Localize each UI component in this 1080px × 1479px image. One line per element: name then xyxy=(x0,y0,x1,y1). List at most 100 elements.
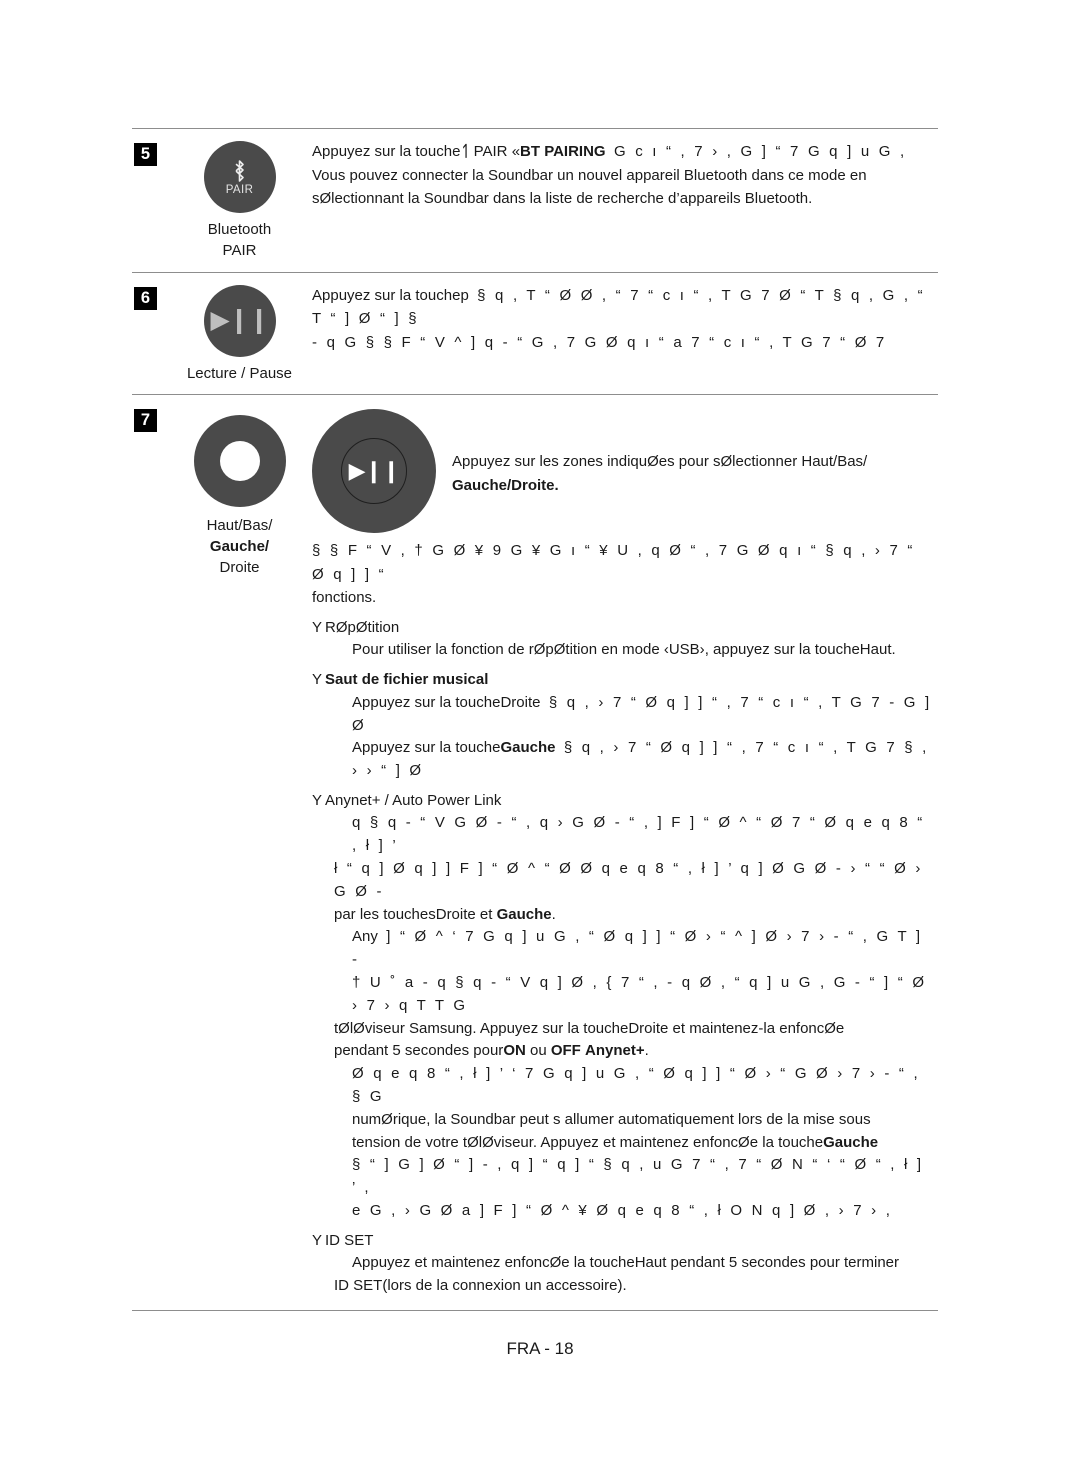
text-run: Droite xyxy=(500,693,541,711)
bluetooth-pair-button-icon: PAIR xyxy=(203,141,276,213)
description-text: Appuyez sur la toucheᛐ PAIR «BT PAIRING … xyxy=(312,140,932,211)
garbled-text-run: e G , › G Ø a ] F ] “ Ø ^ ¥ Ø q e q 8 “ … xyxy=(352,1201,892,1219)
table-row: 6 ▶❙❙ Lecture / Pause Appuyez sur la tou… xyxy=(132,271,938,395)
text-run: . xyxy=(644,1042,649,1060)
dial-inner-circle: ▶❙❙ xyxy=(341,437,407,504)
text-line: Pour utiliser la fonction de rØpØtition … xyxy=(352,639,932,662)
text-run: par les touches xyxy=(334,905,436,923)
garbled-text-run: G c ı “ , 7 › , G ] “ 7 G q ] u G , xyxy=(605,143,906,160)
text-line: Appuyez sur la toucheGauche § q , › 7 “ … xyxy=(352,737,932,783)
play-pause-button-icon: ▶❙❙ xyxy=(203,284,276,357)
dial-section: ▶❙❙ Appuyez sur les zones indiquØes pour… xyxy=(312,406,932,537)
table-row: 7 Haut/Bas/ Gauche/ Droite ▶❙❙ Appuyez s… xyxy=(132,393,938,1311)
emphasis-text: Anynet+ xyxy=(585,1042,645,1060)
text-run: sØlectionnant la Soundbar dans la liste … xyxy=(312,190,813,208)
button-icon-cell: ▶❙❙ Lecture / Pause xyxy=(177,271,302,395)
bullet-marker-icon: Y xyxy=(312,618,323,636)
step-number-badge: 7 xyxy=(134,408,157,432)
step-number-cell: 6 xyxy=(132,271,177,395)
garbled-text-run: § § F “ V , † G Ø ¥ 9 G ¥ G ı “ ¥ U , q … xyxy=(312,541,914,583)
text-run: tØlØviseur Samsung. Appuyez sur la touch… xyxy=(334,1019,629,1037)
text-line: Ø q e q 8 “ , ł ] ’ ‘ 7 G q ] u G , “ Ø … xyxy=(352,1063,932,1109)
button-functions-table: 5 PAIR Bluetooth PAIR Appuyez sur la tou… xyxy=(132,128,938,1311)
step-number-badge: 6 xyxy=(134,286,157,310)
text-run: ou xyxy=(525,1042,551,1060)
text-run: Vous pouvez connecter la Soundbar un nou… xyxy=(312,166,867,184)
text-run: tension de votre tØlØviseur. Appuyez et … xyxy=(352,1133,824,1151)
garbled-text-run: † U ˚ a - q § q - “ V q ] Ø , { 7 “ , - … xyxy=(352,974,926,1014)
garbled-text-run: Ø q e q 8 “ , ł ] ’ ‘ 7 G q ] u G , “ Ø … xyxy=(352,1065,919,1105)
text-run: et maintenez-la enfoncØe xyxy=(668,1019,845,1037)
text-line: q § q - “ V G Ø - “ , q › G Ø - “ , ] F … xyxy=(352,812,932,858)
text-run: Haut xyxy=(634,1254,667,1272)
emphasis-text: ON xyxy=(503,1042,526,1060)
bullet-label: RØpØtition xyxy=(325,618,400,636)
dial-play-pause-icon: ▶❙❙ xyxy=(312,408,436,533)
text-line: † U ˚ a - q § q - “ V q ] Ø , { 7 “ , - … xyxy=(352,972,932,1018)
text-line: fonctions. xyxy=(312,586,932,610)
text-line: sØlectionnant la Soundbar dans la liste … xyxy=(312,187,932,211)
text-line: pendant 5 secondes pourON ou OFF Anynet+… xyxy=(334,1040,932,1063)
text-line: tension de votre tØlØviseur. Appuyez et … xyxy=(352,1132,932,1155)
description-cell: Appuyez sur la toucheᛐ PAIR «BT PAIRING … xyxy=(302,128,938,273)
dial-description: Appuyez sur les zones indiquØes pour sØl… xyxy=(450,406,932,498)
description-cell: ▶❙❙ Appuyez sur les zones indiquØes pour… xyxy=(302,393,938,1311)
icon-caption-line: Gauche/ xyxy=(209,538,270,556)
page-footer: FRA - 18 xyxy=(506,1339,574,1358)
text-run: Droite xyxy=(435,905,476,923)
pair-inner-label: PAIR xyxy=(225,183,254,196)
text-run: « xyxy=(511,143,521,160)
text-line: Any ] “ Ø ^ ‘ 7 G q ] u G , “ Ø q ] ] “ … xyxy=(352,926,932,972)
icon-caption: Haut/Bas/ Gauche/ Droite xyxy=(177,515,302,579)
icon-caption-line: Lecture / Pause xyxy=(186,364,293,382)
ring-hole xyxy=(219,440,260,481)
text-run: numØrique, la Soundbar peut s allumer au… xyxy=(352,1110,871,1128)
garbled-text-run: - q G § § F “ V ^ ] q - “ G , 7 G Ø q ı … xyxy=(312,333,886,351)
dial-icon-wrap: ▶❙❙ xyxy=(312,408,436,533)
table-row: 5 PAIR Bluetooth PAIR Appuyez sur la tou… xyxy=(132,128,938,273)
bullet-heading: Y Anynet+ / Auto Power Link xyxy=(312,790,932,813)
text-line: § “ ] G ] Ø “ ] - , q ] “ q ] “ § q , u … xyxy=(352,1154,932,1200)
step-number-cell: 7 xyxy=(132,393,177,1311)
text-run: ‹USB› xyxy=(663,641,705,659)
icon-caption: Bluetooth PAIR xyxy=(177,219,302,262)
text-run: Haut xyxy=(859,641,892,659)
text-run: Appuyez sur la touche xyxy=(312,286,461,304)
emphasis-text: BT PAIRING xyxy=(520,143,606,160)
text-run: . xyxy=(891,641,896,659)
text-run: Appuyez et maintenez enfoncØe la touche xyxy=(352,1254,635,1272)
text-line: e G , › G Ø a ] F ] “ Ø ^ ¥ Ø q e q 8 “ … xyxy=(352,1200,932,1223)
text-line: ID SET(lors de la connexion un accessoir… xyxy=(334,1275,932,1298)
text-line: Vous pouvez connecter la Soundbar un nou… xyxy=(312,164,932,188)
manual-page: 5 PAIR Bluetooth PAIR Appuyez sur la tou… xyxy=(0,0,1080,1479)
icon-caption-line: Bluetooth xyxy=(207,221,272,238)
button-icon-cell: PAIR Bluetooth PAIR xyxy=(177,128,302,273)
text-run: PAIR xyxy=(469,143,512,160)
row7-body: § § F “ V , † G Ø ¥ 9 G ¥ G ı “ ¥ U , q … xyxy=(312,539,932,1298)
text-run: (lors de la connexion un accessoire). xyxy=(382,1277,627,1295)
text-run: Any xyxy=(352,928,378,946)
garbled-text-run: ł “ q ] Ø q ] ] F ] “ Ø ^ “ Ø Ø q e q 8 … xyxy=(334,860,922,900)
bullet-heading: Y ID SET xyxy=(312,1230,932,1253)
text-line: - q G § § F “ V ^ ] q - “ G , 7 G Ø q ı … xyxy=(312,331,932,355)
direction-ring-icon xyxy=(193,414,286,507)
text-run: pendant 5 secondes pour terminer xyxy=(666,1254,900,1272)
icon-caption-line: Droite xyxy=(219,559,260,577)
text-run: et xyxy=(475,905,497,923)
emphasis-text: Gauche xyxy=(500,739,556,757)
garbled-text-run: § “ ] G ] Ø “ ] - , q ] “ q ] “ § q , u … xyxy=(352,1156,923,1197)
text-line: Appuyez et maintenez enfoncØe la toucheH… xyxy=(352,1252,932,1275)
description-text: Appuyez sur la touchep § q , T “ Ø Ø , “… xyxy=(312,284,932,355)
text-line: numØrique, la Soundbar peut s allumer au… xyxy=(352,1109,932,1132)
bullet-heading: Y RØpØtition xyxy=(312,617,932,640)
text-run: . xyxy=(551,905,556,923)
description-cell: Appuyez sur la touchep § q , T “ Ø Ø , “… xyxy=(302,271,938,395)
text-run: , appuyez sur la touche xyxy=(704,641,860,659)
text-run: ID SET xyxy=(334,1277,383,1295)
text-line: ł “ q ] Ø q ] ] F ] “ Ø ^ “ Ø Ø q e q 8 … xyxy=(334,858,932,904)
text-line: § § F “ V , † G Ø ¥ 9 G ¥ G ı “ ¥ U , q … xyxy=(312,539,932,586)
paragraph: § § F “ V , † G Ø ¥ 9 G ¥ G ı “ ¥ U , q … xyxy=(312,539,932,610)
step-number-badge: 5 xyxy=(134,143,157,166)
garbled-text-run: q § q - “ V G Ø - “ , q › G Ø - “ , ] F … xyxy=(352,814,924,855)
text-line: Appuyez sur la toucheᛐ PAIR «BT PAIRING … xyxy=(312,140,932,164)
